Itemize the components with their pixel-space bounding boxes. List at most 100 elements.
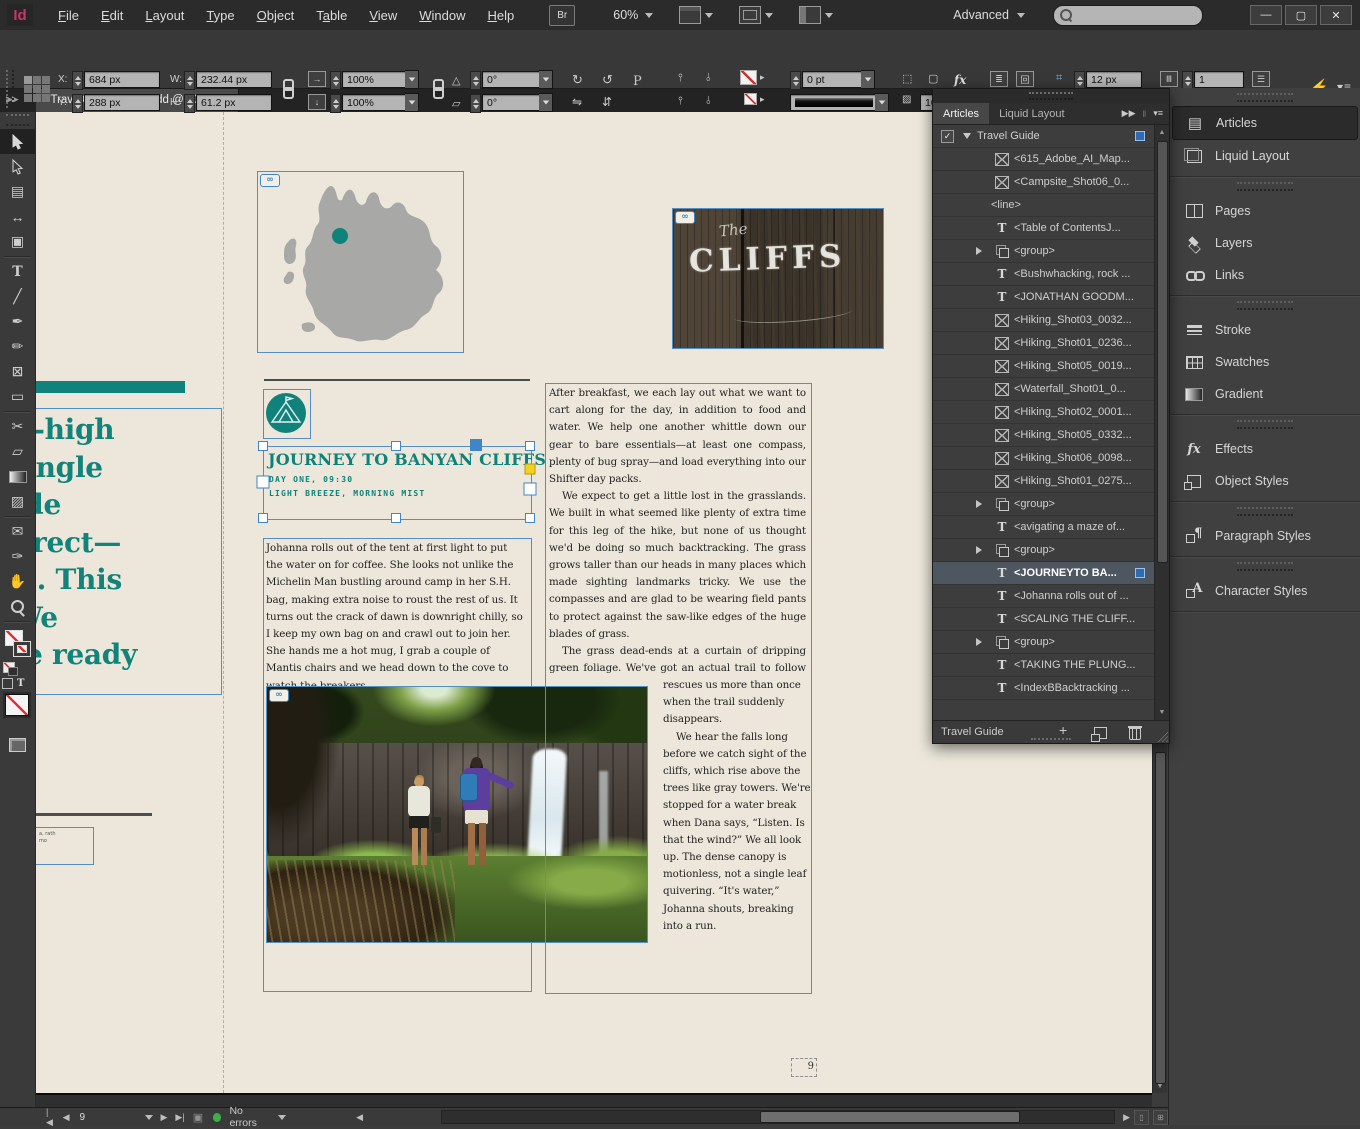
dock-gradient-button[interactable]: Gradient [1169,378,1360,410]
scroll-right-icon[interactable]: ▶ [1123,1112,1130,1123]
zoom-level-dropdown[interactable]: 60% [613,8,653,22]
dock-object-styles-button[interactable]: Object Styles [1169,465,1360,497]
article-item[interactable]: <line> [933,194,1155,217]
fill-flyout-icon[interactable]: ▸ [760,72,765,83]
scale-x-field[interactable]: 100% [342,71,410,88]
constrain-scale-icon[interactable] [430,79,443,99]
article-item[interactable]: T<TAKING THE PLUNG... [933,654,1155,677]
selection-handle[interactable] [525,441,535,451]
tab-articles[interactable]: Articles [933,103,989,124]
article-item[interactable]: T<SCALING THE CLIFF... [933,608,1155,631]
wrap-none-icon[interactable]: ≣ [990,71,1008,87]
panel-menu-icon[interactable]: ▾≡ [1153,108,1163,119]
panel-scroll-thumb[interactable] [1157,141,1168,563]
scale-x-dropdown[interactable] [405,70,419,89]
stroke-weight-stepper[interactable] [790,71,801,90]
stroke-flyout-icon[interactable]: ▸ [760,94,765,105]
select-next-icon[interactable]: ⫰ [706,95,711,108]
previous-page-icon[interactable]: ◀ [63,1112,70,1123]
scale-y-dropdown[interactable] [405,93,419,112]
hand-tool-icon[interactable]: ✋ [0,569,35,594]
expand-article-icon[interactable] [963,133,971,139]
screen-mode-dropdown[interactable] [679,6,713,24]
line-tool-icon[interactable]: ╱ [0,284,35,309]
selection-handle[interactable] [258,441,268,451]
article-item[interactable]: T<Johanna rolls out of ... [933,585,1155,608]
rectangle-tool-icon[interactable]: ▭ [0,384,35,409]
linked-content-icon[interactable]: ∞ [269,689,289,702]
article-item[interactable]: <group> [933,240,1155,263]
panel-resize-grip[interactable] [1158,732,1168,742]
linked-content-icon[interactable]: ∞ [675,211,695,224]
dock-group-gripper[interactable] [1237,93,1293,102]
article-item[interactable]: <Hiking_Shot05_0332... [933,424,1155,447]
scroll-down-icon[interactable]: ▼ [1155,706,1169,719]
scissors-tool-icon[interactable]: ✂ [0,414,35,439]
article-item[interactable]: T<Bushwhacking, rock ... [933,263,1155,286]
selection-handle[interactable] [524,483,537,496]
note-tool-icon[interactable]: ✉ [0,519,35,544]
minimize-button[interactable]: — [1250,5,1282,25]
menu-file[interactable]: File [47,8,90,23]
split-window-icon[interactable]: ▯ [1134,1110,1149,1125]
content-collector-tool-icon[interactable]: ▣ [0,229,35,254]
article-item[interactable]: <Hiking_Shot01_0236... [933,332,1155,355]
dock-group-gripper[interactable] [1237,507,1293,516]
apply-none-button[interactable] [5,694,29,716]
rotation-stepper[interactable] [470,71,481,90]
page-tool-icon[interactable]: ▤ [0,179,35,204]
menu-table[interactable]: Table [305,8,358,23]
bridge-button[interactable]: Br [549,5,575,26]
dock-group-gripper[interactable] [1237,562,1293,571]
first-page-icon[interactable]: |◀ [46,1107,55,1128]
chalk-sign-image-frame[interactable]: ∞ The CLIFFS [672,208,884,349]
stroke-swatch[interactable] [13,641,31,657]
corner-radius-field[interactable]: 12 px [1086,71,1142,88]
document-layout-dropdown[interactable] [799,6,833,24]
h-field[interactable]: 61.2 px [196,94,272,111]
selection-handle[interactable] [257,476,270,489]
new-article-icon[interactable] [1094,727,1107,739]
article-item[interactable]: T<avigating a maze of... [933,516,1155,539]
article-item[interactable]: <615_Adobe_AI_Map... [933,148,1155,171]
selection-handle-active[interactable] [470,439,482,451]
right-column-frame[interactable] [545,383,812,994]
stroke-style-dropdown[interactable] [790,94,880,111]
window-arrange-icon[interactable]: ⊞ [1153,1110,1168,1125]
dock-effects-button[interactable]: fxEffects [1169,433,1360,465]
dock-paragraph-styles-button[interactable]: ¶Paragraph Styles [1169,520,1360,552]
article-item[interactable]: <Hiking_Shot03_0032... [933,309,1155,332]
zoom-tool-icon[interactable] [0,594,35,619]
default-fill-stroke-icon[interactable] [3,662,15,673]
dock-stroke-button[interactable]: Stroke [1169,314,1360,346]
live-corner-widget[interactable] [525,464,536,475]
selection-handle[interactable] [525,513,535,523]
y-stepper[interactable] [72,94,83,113]
selection-handle[interactable] [391,513,401,523]
last-page-icon[interactable]: ▶| [175,1112,184,1123]
menu-help[interactable]: Help [477,8,526,23]
article-item[interactable]: <Campsite_Shot06_0... [933,171,1155,194]
menu-object[interactable]: Object [246,8,306,23]
columns-field[interactable]: 1 [1194,71,1244,88]
article-item[interactable]: <group> [933,631,1155,654]
article-item[interactable]: <group> [933,539,1155,562]
delete-article-icon[interactable] [1129,728,1141,740]
type-tool-icon[interactable]: T [0,259,35,284]
logo-frame[interactable] [263,389,311,439]
expand-group-icon[interactable] [976,638,982,646]
menu-layout[interactable]: Layout [134,8,195,23]
gap-tool-icon[interactable]: ↔ [0,204,35,229]
horizontal-scrollbar[interactable] [441,1110,1115,1124]
direct-selection-tool-icon[interactable] [0,154,35,179]
shear-stepper[interactable] [470,94,481,113]
page-dropdown-icon[interactable] [145,1115,153,1120]
search-input[interactable] [1053,5,1203,26]
vertical-scroll-thumb[interactable] [1155,752,1166,1084]
menu-edit[interactable]: Edit [90,8,134,23]
rotate-cw-icon[interactable]: ↻ [572,72,583,88]
maximize-button[interactable]: ▢ [1285,5,1317,25]
scroll-left-icon[interactable]: ◀ [356,1112,363,1123]
expand-group-icon[interactable] [976,500,982,508]
tab-liquid-layout[interactable]: Liquid Layout [989,103,1074,124]
